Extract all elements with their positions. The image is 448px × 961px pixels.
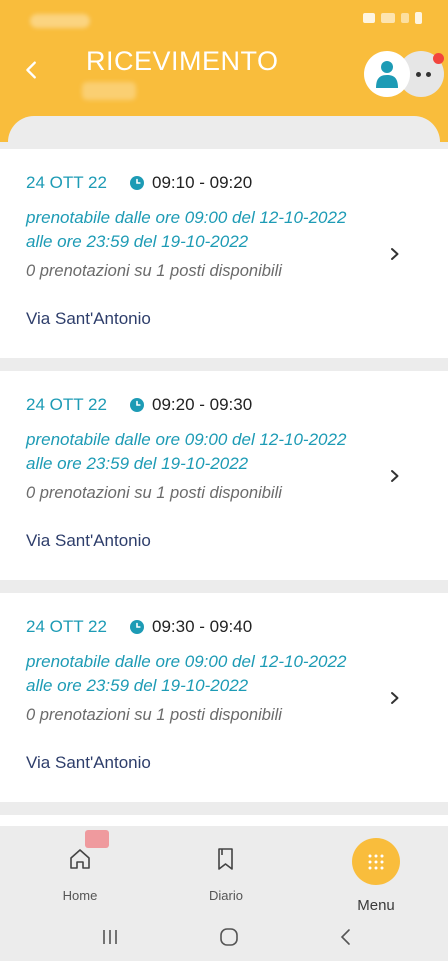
nav-menu-button[interactable]: Menu: [336, 826, 416, 914]
back-system-button[interactable]: [336, 926, 356, 953]
cell-signal-icon: [401, 13, 409, 23]
nav-diario-button[interactable]: Diario: [186, 826, 266, 914]
nav-home-icon-wrap: [67, 830, 109, 874]
clock-icon: [130, 176, 144, 190]
clock-icon: [130, 620, 144, 634]
booking-window-start: prenotabile dalle ore 09:00 del 12-10-20…: [26, 652, 347, 671]
slot-time: 09:20 - 09:30: [152, 395, 253, 414]
home-system-button[interactable]: [218, 926, 240, 953]
home-circle-icon: [220, 928, 238, 946]
bookmark-icon: [218, 848, 233, 870]
chevron-right-icon: [391, 470, 399, 482]
slot-date: 24 OTT 22: [26, 173, 107, 192]
location-text: Via Sant'Antonio: [26, 309, 151, 328]
slot-time: 09:10 - 09:20: [152, 173, 253, 192]
slot-card-partial[interactable]: [0, 815, 448, 826]
status-icons: [363, 12, 422, 24]
booking-window-end: alle ore 23:59 del 19-10-2022: [26, 676, 249, 695]
slot-time-wrap: 09:20 - 09:30: [130, 395, 252, 415]
slot-time: 09:30 - 09:40: [152, 617, 253, 636]
booking-window-start: prenotabile dalle ore 09:00 del 12-10-20…: [26, 430, 347, 449]
slot-date: 24 OTT 22: [26, 617, 107, 636]
signal-icon: [363, 13, 375, 23]
recent-apps-icon: [103, 930, 117, 944]
menu-grid-icon: [352, 838, 400, 885]
avatar[interactable]: [364, 51, 410, 97]
notification-dot: [433, 53, 444, 64]
nav-menu-label: Menu: [357, 897, 395, 914]
status-bar: [0, 0, 448, 40]
chevron-right-icon: [391, 692, 399, 704]
back-chevron-icon: [340, 929, 350, 945]
wifi-icon: [381, 13, 395, 23]
slot-date: 24 OTT 22: [26, 395, 107, 414]
availability-text: 0 prenotazioni su 1 posti disponibili: [26, 706, 282, 724]
slot-card[interactable]: 24 OTT 22 09:30 - 09:40 prenotabile dall…: [0, 593, 448, 802]
chevron-right-icon: [391, 248, 399, 260]
location-text: Via Sant'Antonio: [26, 531, 151, 550]
more-dots-icon: [415, 71, 431, 77]
slot-time-wrap: 09:10 - 09:20: [130, 173, 252, 193]
availability-text: 0 prenotazioni su 1 posti disponibili: [26, 484, 282, 502]
slot-card[interactable]: 24 OTT 22 09:10 - 09:20 prenotabile dall…: [0, 149, 448, 358]
nav-diario-icon-wrap: [215, 844, 237, 874]
booking-window: prenotabile dalle ore 09:00 del 12-10-20…: [26, 428, 396, 476]
booking-window: prenotabile dalle ore 09:00 del 12-10-20…: [26, 650, 396, 698]
home-badge: [85, 830, 109, 848]
chevron-left-icon: [26, 61, 36, 79]
system-navigation-bar: [0, 914, 448, 961]
booking-window-start: prenotabile dalle ore 09:00 del 12-10-20…: [26, 208, 347, 227]
booking-window-end: alle ore 23:59 del 19-10-2022: [26, 454, 249, 473]
slot-card[interactable]: 24 OTT 22 09:20 - 09:30 prenotabile dall…: [0, 371, 448, 580]
nav-home-button[interactable]: Home: [40, 826, 120, 914]
availability-text: 0 prenotazioni su 1 posti disponibili: [26, 262, 282, 280]
profile-switcher[interactable]: [364, 51, 444, 97]
location-text: Via Sant'Antonio: [26, 753, 151, 772]
clock-icon: [130, 398, 144, 412]
page-subtitle-blurred: [82, 82, 136, 100]
nav-home-label: Home: [62, 888, 98, 903]
page-title: RICEVIMENTO: [86, 46, 279, 76]
booking-window: prenotabile dalle ore 09:00 del 12-10-20…: [26, 206, 396, 254]
app-header: RICEVIMENTO: [0, 0, 448, 156]
back-button[interactable]: [18, 56, 46, 84]
user-icon: [376, 61, 398, 88]
slot-time-wrap: 09:30 - 09:40: [130, 617, 252, 637]
bottom-navigation: Home Diario Menu: [0, 826, 448, 914]
battery-icon: [415, 12, 422, 24]
home-icon: [70, 849, 90, 869]
status-time-blurred: [30, 14, 90, 28]
recent-apps-button[interactable]: [100, 926, 120, 953]
booking-window-end: alle ore 23:59 del 19-10-2022: [26, 232, 249, 251]
nav-diario-label: Diario: [209, 888, 243, 903]
